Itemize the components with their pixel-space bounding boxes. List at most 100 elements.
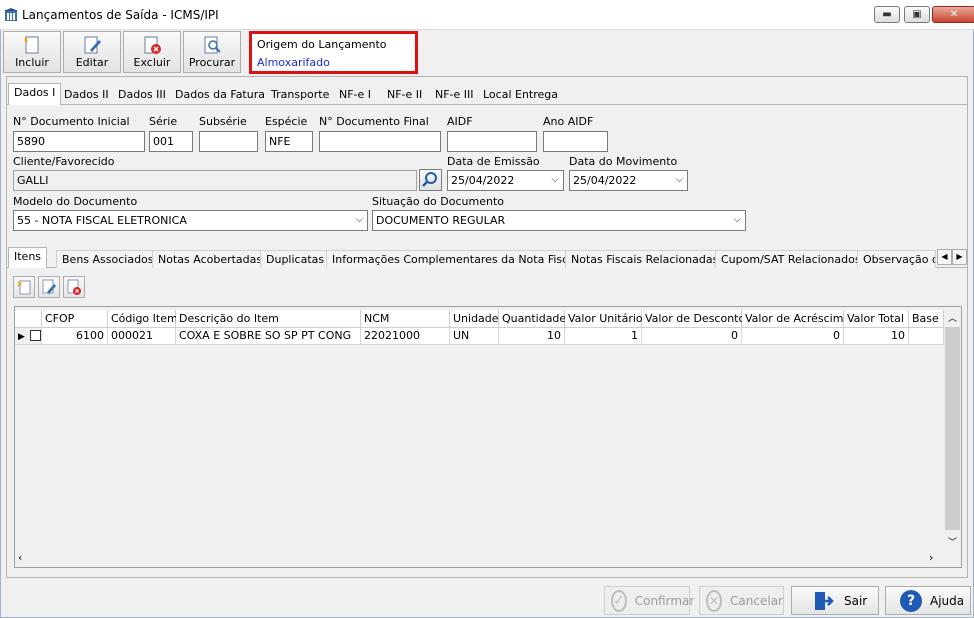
col-codigo-item[interactable]: Código Item bbox=[108, 310, 178, 328]
confirmar-button[interactable]: ✓ Confirmar bbox=[604, 586, 694, 615]
especie-input[interactable]: NFE bbox=[265, 131, 313, 152]
editar-button[interactable]: Editar bbox=[63, 31, 121, 73]
situacao-select[interactable]: DOCUMENTO REGULAR ⌵ bbox=[372, 210, 746, 231]
new-item-icon bbox=[17, 280, 31, 295]
check-icon: ✓ bbox=[611, 589, 627, 612]
row-pointer-icon: ▶ bbox=[18, 332, 25, 342]
table-cell[interactable] bbox=[909, 328, 944, 345]
tab-bens-associados[interactable]: Bens Associados bbox=[56, 250, 160, 268]
aidf-input[interactable] bbox=[447, 131, 537, 152]
table-cell[interactable]: 0 bbox=[742, 328, 844, 345]
tab-dados-i[interactable]: Dados I bbox=[8, 83, 62, 105]
subserie-label: Subsérie bbox=[199, 115, 247, 128]
cancelar-button[interactable]: ✕ Cancelar bbox=[699, 586, 784, 615]
tab-nfe-ii[interactable]: NF-e II bbox=[381, 85, 428, 104]
modelo-label: Modelo do Documento bbox=[13, 195, 138, 208]
add-item-button[interactable] bbox=[13, 276, 35, 298]
col-valor-total[interactable]: Valor Total bbox=[844, 310, 909, 328]
data-movimento-value: 25/04/2022 bbox=[573, 174, 637, 187]
col-quantidade[interactable]: Quantidade bbox=[499, 310, 566, 328]
modelo-value: 55 - NOTA FISCAL ELETRONICA bbox=[17, 214, 187, 227]
table-cell[interactable]: 10 bbox=[499, 328, 565, 345]
subserie-input[interactable] bbox=[199, 131, 258, 152]
tab-notas-acobertadas[interactable]: Notas Acobertadas bbox=[152, 250, 269, 268]
col-valor-unitario[interactable]: Valor Unitário bbox=[565, 310, 643, 328]
col-cfop[interactable]: CFOP bbox=[42, 310, 108, 328]
tab-nfe-i[interactable]: NF-e I bbox=[333, 85, 377, 104]
delete-item-icon bbox=[67, 279, 81, 295]
tab-scroll-right[interactable]: ▶ bbox=[952, 249, 967, 265]
table-cell[interactable]: 6100 bbox=[42, 328, 108, 345]
chevron-down-icon: ⌵ bbox=[733, 214, 741, 225]
table-cell[interactable]: 0 bbox=[642, 328, 742, 345]
scroll-down-icon[interactable]: ﹀ bbox=[945, 535, 960, 549]
cliente-search-button[interactable] bbox=[419, 169, 442, 191]
data-emissao-picker[interactable]: 25/04/2022 ⌵ bbox=[447, 170, 564, 191]
serie-input[interactable]: 001 bbox=[149, 131, 193, 152]
incluir-button[interactable]: Incluir bbox=[3, 31, 61, 73]
doc-final-input[interactable] bbox=[319, 131, 441, 152]
table-cell[interactable]: UN bbox=[450, 328, 499, 345]
maximize-button[interactable]: ▣ bbox=[904, 6, 930, 23]
data-movimento-picker[interactable]: 25/04/2022 ⌵ bbox=[569, 170, 688, 191]
window-title: Lançamentos de Saída - ICMS/IPI bbox=[22, 8, 219, 22]
tab-cupom-sat[interactable]: Cupom/SAT Relacionados bbox=[715, 250, 867, 268]
tab-dados-fatura[interactable]: Dados da Fatura bbox=[169, 85, 271, 104]
scroll-left-icon[interactable]: ‹ bbox=[18, 551, 30, 565]
tab-transporte[interactable]: Transporte bbox=[265, 85, 335, 104]
doc-inicial-label: N° Documento Inicial bbox=[13, 115, 130, 128]
excluir-button[interactable]: Excluir bbox=[123, 31, 181, 73]
close-icon: ✕ bbox=[949, 9, 959, 20]
col-valor-desconto[interactable]: Valor de Desconto bbox=[642, 310, 745, 328]
col-unidade[interactable]: Unidade bbox=[450, 310, 499, 328]
scroll-up-icon[interactable]: ︿ bbox=[945, 311, 960, 325]
situacao-label: Situação do Documento bbox=[372, 195, 505, 208]
tab-notas-relacionadas[interactable]: Notas Fiscais Relacionadas bbox=[565, 250, 725, 268]
tab-itens[interactable]: Itens bbox=[8, 247, 48, 268]
tab-local-entrega[interactable]: Local Entrega bbox=[477, 85, 564, 104]
confirmar-label: Confirmar bbox=[634, 593, 695, 608]
col-descricao[interactable]: Descrição do Item bbox=[176, 310, 361, 328]
minimize-icon: ▬ bbox=[882, 9, 892, 20]
incluir-label: Incluir bbox=[15, 56, 49, 69]
search-icon bbox=[422, 172, 437, 187]
exit-door-icon bbox=[815, 591, 834, 610]
ajuda-label: Ajuda bbox=[930, 593, 965, 608]
edit-item-button[interactable] bbox=[38, 276, 60, 298]
col-ncm[interactable]: NCM bbox=[361, 310, 450, 328]
minimize-button[interactable]: ▬ bbox=[874, 6, 900, 23]
cliente-input[interactable]: GALLI bbox=[13, 170, 417, 191]
tab-duplicatas[interactable]: Duplicatas bbox=[260, 250, 331, 268]
table-cell[interactable]: COXA E SOBRE SO SP PT CONG bbox=[176, 328, 361, 345]
maximize-icon: ▣ bbox=[912, 9, 922, 20]
tab-dados-ii[interactable]: Dados II bbox=[58, 85, 115, 104]
ano-aidf-input[interactable] bbox=[543, 131, 608, 152]
table-cell[interactable]: 22021000 bbox=[361, 328, 450, 345]
tab-scroll-left[interactable]: ◀ bbox=[937, 249, 952, 265]
tab-observacao[interactable]: Observação do bbox=[857, 250, 936, 268]
delete-item-button[interactable] bbox=[63, 276, 85, 298]
ajuda-button[interactable]: ? Ajuda bbox=[885, 586, 971, 615]
scroll-right-icon[interactable]: › bbox=[929, 551, 941, 565]
tab-dados-iii[interactable]: Dados III bbox=[112, 85, 172, 104]
col-valor-acrescimo[interactable]: Valor de Acréscimo bbox=[742, 310, 850, 328]
tab-info-complementares[interactable]: Informações Complementares da Nota Fisca… bbox=[326, 250, 584, 268]
help-icon: ? bbox=[900, 589, 922, 612]
modelo-select[interactable]: 55 - NOTA FISCAL ELETRONICA ⌵ bbox=[13, 210, 368, 231]
chevron-down-icon: ⌵ bbox=[355, 214, 363, 225]
tab-nfe-iii[interactable]: NF-e III bbox=[429, 85, 480, 104]
close-button[interactable]: ✕ bbox=[932, 6, 974, 23]
col-base[interactable]: Base d bbox=[909, 310, 944, 328]
grid-header-indicator bbox=[15, 310, 42, 328]
table-cell[interactable]: 10 bbox=[844, 328, 909, 345]
table-cell[interactable]: 000021 bbox=[108, 328, 176, 345]
doc-inicial-input[interactable]: 5890 bbox=[13, 131, 145, 152]
tab-strip-line bbox=[6, 104, 968, 105]
sair-button[interactable]: Sair bbox=[791, 586, 879, 615]
procurar-label: Procurar bbox=[188, 56, 236, 69]
procurar-button[interactable]: Procurar bbox=[183, 31, 241, 73]
row-indicator[interactable]: ▶ bbox=[15, 328, 42, 345]
table-cell[interactable]: 1 bbox=[565, 328, 642, 345]
row-checkbox[interactable] bbox=[30, 330, 41, 341]
grid-scroll-thumb[interactable] bbox=[945, 327, 960, 530]
